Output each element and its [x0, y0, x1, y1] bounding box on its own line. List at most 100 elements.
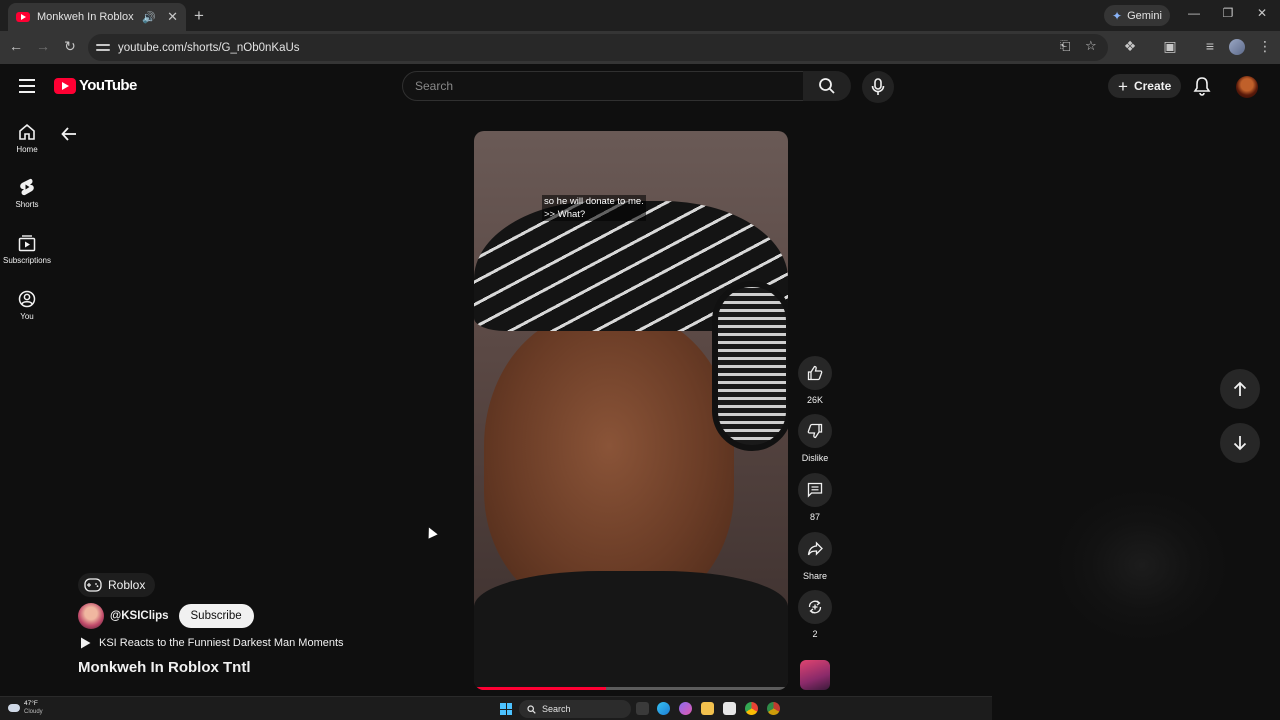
arrow-up-icon	[1233, 381, 1247, 396]
subscriptions-icon	[18, 235, 36, 252]
reload-icon[interactable]: ↻	[61, 38, 79, 55]
comments-action[interactable]: 87	[797, 473, 833, 522]
search-icon	[819, 78, 835, 94]
sidebar-item-label: Subscriptions	[2, 256, 52, 265]
share-button[interactable]	[798, 532, 832, 566]
voice-search-button[interactable]	[862, 71, 894, 103]
search-button[interactable]	[803, 71, 851, 101]
site-settings-icon[interactable]	[96, 41, 110, 55]
tab-title: Monkweh In Roblox Tntl - Y	[37, 11, 135, 23]
next-short-button[interactable]	[1220, 423, 1260, 463]
share-label: Share	[802, 571, 828, 581]
remix-icon	[808, 600, 822, 614]
video-progress-bar[interactable]	[474, 687, 788, 690]
thumbs-up-icon	[807, 365, 823, 381]
like-action[interactable]: 26K	[797, 356, 833, 405]
youtube-header: YouTube + Create	[0, 64, 1280, 108]
close-tab-icon[interactable]: ✕	[167, 9, 178, 25]
create-button[interactable]: + Create	[1108, 74, 1182, 98]
new-tab-icon[interactable]: +	[190, 6, 208, 26]
media-controls-icon[interactable]: ≡	[1201, 38, 1219, 54]
shorts-icon	[20, 178, 34, 196]
video-progress-fill	[474, 687, 606, 690]
caption-line: so he will donate to me.	[544, 196, 644, 207]
like-count: 26K	[806, 395, 823, 405]
mouse-cursor	[424, 525, 438, 539]
file-explorer-icon[interactable]	[701, 702, 714, 715]
sidebar-item-you[interactable]: You	[0, 290, 54, 321]
chrome-profile-icon[interactable]	[767, 702, 780, 715]
share-icon	[807, 541, 823, 556]
store-icon[interactable]	[723, 702, 736, 715]
create-label: Create	[1133, 79, 1172, 93]
microphone-icon	[871, 78, 885, 95]
install-app-icon[interactable]: ⎗	[1060, 38, 1070, 54]
channel-name[interactable]: @KSIClips	[110, 610, 169, 622]
chrome-icon[interactable]	[745, 702, 758, 715]
edge-browser-icon[interactable]	[657, 702, 670, 715]
video-frame-shirt	[474, 571, 788, 690]
sparkle-icon: ✦	[1112, 8, 1123, 23]
url-text[interactable]: youtube.com/shorts/G_nOb0nKaUs	[118, 42, 300, 54]
back-icon[interactable]: ←	[7, 38, 25, 54]
share-action[interactable]: Share	[797, 532, 833, 581]
extensions-icon[interactable]: ❖	[1121, 38, 1139, 55]
comment-count: 87	[809, 512, 820, 522]
channel-avatar[interactable]	[78, 603, 104, 629]
sidebar-item-home[interactable]: Home	[0, 123, 54, 154]
search-input[interactable]	[415, 79, 775, 93]
back-arrow-icon[interactable]	[60, 125, 78, 143]
comment-icon	[807, 482, 823, 498]
play-icon	[81, 637, 91, 649]
restore-icon[interactable]: ❐	[1218, 6, 1238, 20]
video-caption: so he will donate to me. >> What?	[542, 195, 646, 221]
bookmark-star-icon[interactable]: ☆	[1085, 38, 1097, 54]
remix-button[interactable]	[798, 590, 832, 624]
cloud-icon	[8, 704, 20, 712]
weather-widget[interactable]: 47°F Cloudy	[8, 700, 43, 716]
arrow-down-icon	[1233, 436, 1247, 451]
shorts-video-player[interactable]: so he will donate to me. >> What?	[474, 131, 788, 690]
more-menu-icon[interactable]: ⋮	[1256, 38, 1274, 55]
minimize-icon[interactable]: —	[1184, 6, 1204, 20]
menu-icon[interactable]	[19, 79, 35, 93]
like-button[interactable]	[798, 356, 832, 390]
channel-row: @KSIClips Subscribe	[78, 603, 254, 629]
gamepad-icon	[84, 578, 102, 592]
previous-short-button[interactable]	[1220, 369, 1260, 409]
notifications-bell-icon[interactable]	[1193, 76, 1211, 96]
channel-thumbnail[interactable]	[800, 660, 830, 690]
youtube-logo-text: YouTube	[79, 77, 137, 94]
profile-avatar[interactable]	[1229, 39, 1245, 55]
speaker-icon[interactable]: 🔊	[142, 11, 156, 24]
dislike-button[interactable]	[798, 414, 832, 448]
close-window-icon[interactable]: ✕	[1252, 6, 1272, 20]
account-avatar[interactable]	[1236, 76, 1258, 98]
forward-icon[interactable]: →	[34, 38, 52, 54]
game-tag-chip[interactable]: Roblox	[78, 573, 156, 597]
dislike-label: Dislike	[801, 453, 829, 463]
subscribe-button[interactable]: Subscribe	[178, 604, 254, 628]
taskbar-search[interactable]: Search	[519, 700, 631, 718]
user-circle-icon	[18, 290, 36, 308]
cast-icon[interactable]: ▣	[1161, 38, 1179, 55]
windows-start-icon[interactable]	[500, 703, 512, 715]
playlist-link[interactable]: KSI Reacts to the Funniest Darkest Man M…	[80, 637, 344, 649]
task-view-icon[interactable]	[636, 702, 649, 715]
dislike-action[interactable]: Dislike	[797, 414, 833, 463]
browser-tab[interactable]: Monkweh In Roblox Tntl - Y 🔊 ✕	[8, 3, 186, 31]
youtube-favicon-icon	[16, 12, 30, 22]
copilot-icon[interactable]	[679, 702, 692, 715]
os-taskbar: 47°F Cloudy Search	[0, 696, 992, 720]
address-bar[interactable]: youtube.com/shorts/G_nOb0nKaUs	[88, 34, 1108, 61]
gemini-button[interactable]: ✦ Gemini	[1104, 5, 1170, 26]
comments-button[interactable]	[798, 473, 832, 507]
search-icon	[527, 704, 536, 714]
search-box[interactable]	[402, 71, 804, 101]
youtube-logo[interactable]: YouTube	[54, 77, 137, 94]
browser-tab-strip: Monkweh In Roblox Tntl - Y 🔊 ✕ + ✦ Gemin…	[0, 0, 1280, 31]
remix-action[interactable]: 2	[797, 590, 833, 639]
sidebar-item-shorts[interactable]: Shorts	[0, 178, 54, 209]
sidebar-item-subscriptions[interactable]: Subscriptions	[0, 234, 54, 265]
gemini-label: Gemini	[1127, 9, 1162, 22]
